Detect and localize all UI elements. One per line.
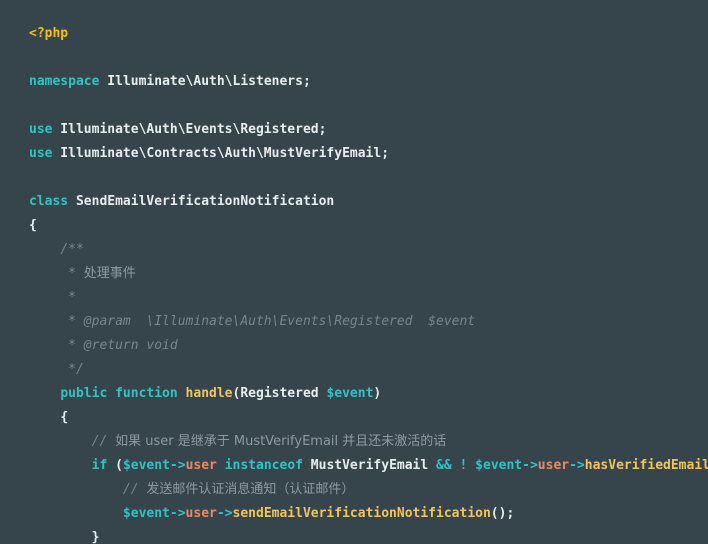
code-token-plain: MustVerifyEmail <box>310 458 429 473</box>
code-line: use Illuminate\Contracts\Auth\MustVerify… <box>0 142 708 166</box>
code-token-comment: // <box>122 482 147 497</box>
code-token-comment: * @return void <box>60 338 178 353</box>
code-line: } <box>0 526 708 544</box>
code-token-comment-cjk: 处理事件 <box>83 266 136 281</box>
code-token-plain: Illuminate\Auth\Listeners; <box>99 74 311 89</box>
code-token-plain: Illuminate\Contracts\Auth\MustVerifyEmai… <box>52 146 390 161</box>
code-token-punct: ( <box>107 458 123 473</box>
code-token-comment-cjk: 发送邮件认证消息通知（认证邮件） <box>146 482 355 497</box>
code-token-punct: { <box>29 218 37 233</box>
code-token-plain: Registered <box>240 386 327 401</box>
code-line: { <box>0 214 708 238</box>
code-body[interactable]: <?php namespace Illuminate\Auth\Listener… <box>0 22 708 544</box>
code-token-keyword: namespace <box>29 74 100 89</box>
code-token-keyword: instanceof <box>216 458 311 473</box>
code-token-var: $event <box>122 458 170 473</box>
code-token-php: <?php <box>29 26 69 41</box>
code-line: * @param \Illuminate\Auth\Events\Registe… <box>0 310 708 334</box>
code-token-punct: (); <box>490 506 515 521</box>
code-token-plain: SendEmailVerificationNotification <box>68 194 335 209</box>
code-line: // 发送邮件认证消息通知（认证邮件） <box>0 478 708 502</box>
code-token-comment: * <box>60 266 84 281</box>
code-token-comment-cjk: 如果 user 是继承于 MustVerifyEmail 并且还未激活的话 <box>115 434 447 449</box>
code-token-func: hasVerifiedEmail <box>584 458 708 473</box>
code-token-prop: user <box>185 506 217 521</box>
code-token-prop: user <box>185 458 217 473</box>
code-token-comment: /** <box>60 242 84 257</box>
code-token-prop: user <box>537 458 570 473</box>
code-line: class SendEmailVerificationNotification <box>0 190 708 214</box>
code-token-punct: { <box>60 410 69 425</box>
code-token-var: $event <box>475 458 523 473</box>
code-token-arrow: -> <box>169 506 186 521</box>
code-token-arrow: -> <box>569 458 585 473</box>
code-line: namespace Illuminate\Auth\Listeners; <box>0 70 708 94</box>
code-token-keyword: use <box>29 146 53 161</box>
code-line: * @return void <box>0 334 708 358</box>
code-token-keyword: public function <box>60 386 186 401</box>
code-line: public function handle(Registered $event… <box>0 382 708 406</box>
code-token-var: $event <box>122 506 170 521</box>
code-line: use Illuminate\Auth\Events\Registered; <box>0 118 708 142</box>
code-token-keyword: if <box>91 458 108 473</box>
code-token-plain: Illuminate\Auth\Events\Registered; <box>52 122 327 137</box>
code-token-func: handle <box>185 386 233 401</box>
code-token-keyword: class <box>29 194 69 209</box>
code-token-arrow: -> <box>169 458 186 473</box>
code-token-punct: ) <box>373 386 382 401</box>
code-line: // 如果 user 是继承于 MustVerifyEmail 并且还未激活的话 <box>0 430 708 454</box>
code-token-punct: } <box>91 530 100 544</box>
code-token-keyword: use <box>29 122 53 137</box>
code-line: * 处理事件 <box>0 262 708 286</box>
code-token-op: && ! <box>428 458 476 473</box>
code-line: /** <box>0 238 708 262</box>
code-viewer[interactable]: <?php namespace Illuminate\Auth\Listener… <box>0 0 708 544</box>
code-token-comment: * <box>60 290 76 305</box>
code-line: $event->user->sendEmailVerificationNotif… <box>0 502 708 526</box>
code-line: if ($event->user instanceof MustVerifyEm… <box>0 454 708 478</box>
code-token-arrow: -> <box>522 458 538 473</box>
code-line: <?php <box>0 22 708 46</box>
code-token-comment: */ <box>60 362 84 377</box>
code-line: * <box>0 286 708 310</box>
code-line: */ <box>0 358 708 382</box>
code-token-var: $event <box>326 386 374 401</box>
code-token-arrow: -> <box>216 506 233 521</box>
code-line: { <box>0 406 708 430</box>
code-token-comment: * @param \Illuminate\Auth\Events\Registe… <box>60 314 476 329</box>
code-token-comment: // <box>91 434 116 449</box>
code-token-func: sendEmailVerificationNotification <box>232 506 491 521</box>
